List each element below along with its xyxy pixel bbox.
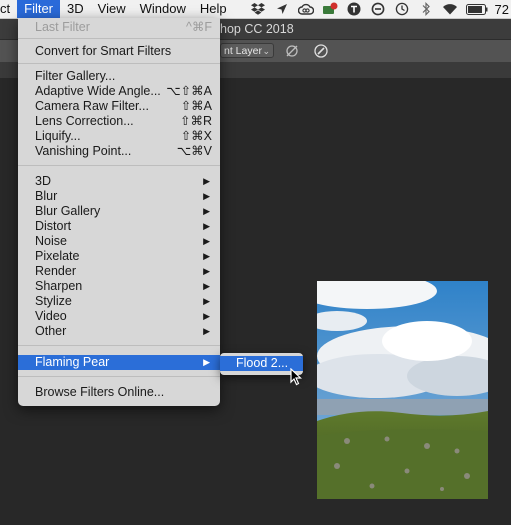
menu-separator xyxy=(18,345,220,346)
menu-item-label: Distort xyxy=(35,219,72,233)
menu-item-shortcut: ⇧⌘A xyxy=(180,99,212,113)
menu-item-distort[interactable]: Distort ▶ xyxy=(18,219,220,234)
menu-item-label: Lens Correction... xyxy=(35,114,134,128)
submenu-arrow-icon: ▶ xyxy=(203,236,210,246)
submenu-arrow-icon: ▶ xyxy=(203,191,210,201)
menu-item-blur[interactable]: Blur ▶ xyxy=(18,189,220,204)
menu-item-label: Convert for Smart Filters xyxy=(35,44,172,58)
location-arrow-icon[interactable] xyxy=(274,2,290,16)
menu-item-label: 3D xyxy=(35,174,51,188)
menu-separator xyxy=(18,38,220,39)
menu-item-render[interactable]: Render ▶ xyxy=(18,264,220,279)
creative-cloud-icon[interactable] xyxy=(297,2,314,16)
menu-item-label: Flaming Pear xyxy=(35,355,110,369)
menu-separator xyxy=(18,165,220,166)
submenu-arrow-icon: ▶ xyxy=(203,311,210,321)
menu-item-camera-raw-filter[interactable]: Camera Raw Filter... ⇧⌘A xyxy=(18,99,220,114)
submenu-arrow-icon: ▶ xyxy=(203,357,210,367)
menu-item-video[interactable]: Video ▶ xyxy=(18,309,220,324)
menu-item-label: Vanishing Point... xyxy=(35,144,132,158)
battery-icon[interactable] xyxy=(465,2,488,16)
menubar-item-help[interactable]: Help xyxy=(193,0,234,18)
filter-menu: Last Filter ^⌘F Convert for Smart Filter… xyxy=(18,18,220,406)
menu-item-label: Sharpen xyxy=(35,279,83,293)
menu-item-label: Last Filter xyxy=(35,20,90,34)
window-title: hop CC 2018 xyxy=(220,22,294,36)
mail-badge-icon[interactable] xyxy=(322,2,338,16)
t-circle-icon[interactable] xyxy=(346,2,362,16)
menu-item-adaptive-wide-angle[interactable]: Adaptive Wide Angle... ⌥⇧⌘A xyxy=(18,84,220,99)
dropbox-icon[interactable] xyxy=(250,2,266,16)
submenu-arrow-icon: ▶ xyxy=(203,221,210,231)
menu-separator xyxy=(18,376,220,377)
menu-item-label: Other xyxy=(35,324,67,338)
menu-item-browse-filters-online[interactable]: Browse Filters Online... xyxy=(18,385,220,400)
menu-item-label: Render xyxy=(35,264,76,278)
menubar-clock[interactable]: 72 xyxy=(492,2,511,17)
submenu-arrow-icon: ▶ xyxy=(203,251,210,261)
menu-item-label: Blur xyxy=(35,189,58,203)
menu-item-label: Pixelate xyxy=(35,249,80,263)
submenu-arrow-icon: ▶ xyxy=(203,281,210,291)
menu-item-blur-gallery[interactable]: Blur Gallery ▶ xyxy=(18,204,220,219)
menu-item-convert-for-smart-filters[interactable]: Convert for Smart Filters xyxy=(18,44,220,59)
menubar-item-window[interactable]: Window xyxy=(133,0,193,18)
menu-item-stylize[interactable]: Stylize ▶ xyxy=(18,294,220,309)
menubar-item-select[interactable]: ct xyxy=(0,0,17,18)
ignore-adjustment-layers-icon[interactable] xyxy=(284,43,300,59)
menu-item-sharpen[interactable]: Sharpen ▶ xyxy=(18,279,220,294)
submenu-arrow-icon: ▶ xyxy=(203,266,210,276)
mouse-pointer-icon xyxy=(290,367,303,386)
mac-menubar: ct Filter 3D View Window Help 72 xyxy=(0,0,511,19)
menu-item-shortcut: ⇧⌘X xyxy=(180,129,212,143)
menubar-item-filter[interactable]: Filter xyxy=(17,0,61,18)
menu-item-filter-gallery[interactable]: Filter Gallery... xyxy=(18,69,220,84)
menu-item-label: Liquify... xyxy=(35,129,81,143)
time-machine-icon[interactable] xyxy=(394,2,410,16)
menu-item-shortcut: ⌥⇧⌘A xyxy=(166,84,212,98)
submenu-arrow-icon: ▶ xyxy=(203,296,210,306)
menu-separator xyxy=(18,63,220,64)
menu-item-label: Adaptive Wide Angle... xyxy=(35,84,161,98)
menu-item-label: Video xyxy=(35,309,67,323)
status-menu-area: 72 xyxy=(246,0,511,18)
menu-item-shortcut: ^⌘F xyxy=(185,20,212,34)
menu-item-label: Noise xyxy=(35,234,67,248)
menu-item-other[interactable]: Other ▶ xyxy=(18,324,220,339)
menu-item-shortcut: ⇧⌘R xyxy=(179,114,212,128)
menu-item-noise[interactable]: Noise ▶ xyxy=(18,234,220,249)
menu-item-shortcut: ⌥⌘V xyxy=(176,144,212,158)
sample-layer-select-value: nt Layer xyxy=(224,45,262,57)
submenu-arrow-icon: ▶ xyxy=(203,326,210,336)
blocked-circle-icon[interactable] xyxy=(370,2,386,16)
bluetooth-icon[interactable] xyxy=(418,2,434,16)
menu-item-label: Camera Raw Filter... xyxy=(35,99,149,113)
menu-item-pixelate[interactable]: Pixelate ▶ xyxy=(18,249,220,264)
submenu-arrow-icon: ▶ xyxy=(203,176,210,186)
wifi-icon[interactable] xyxy=(442,2,458,16)
menu-item-vanishing-point[interactable]: Vanishing Point... ⌥⌘V xyxy=(18,144,220,159)
menu-item-label: Filter Gallery... xyxy=(35,69,116,83)
menu-item-lens-correction[interactable]: Lens Correction... ⇧⌘R xyxy=(18,114,220,129)
menu-item-3d[interactable]: 3D ▶ xyxy=(18,174,220,189)
submenu-arrow-icon: ▶ xyxy=(203,206,210,216)
menubar-item-3d[interactable]: 3D xyxy=(60,0,91,18)
chevron-down-icon: ⌄ xyxy=(262,46,270,56)
menu-item-liquify[interactable]: Liquify... ⇧⌘X xyxy=(18,129,220,144)
menu-item-label: Blur Gallery xyxy=(35,204,101,218)
brush-pressure-icon[interactable] xyxy=(313,43,329,59)
menu-item-last-filter: Last Filter ^⌘F xyxy=(18,20,220,35)
sample-layer-select[interactable]: nt Layer ⌄ xyxy=(220,43,274,58)
menu-item-label: Stylize xyxy=(35,294,72,308)
menu-item-flaming-pear[interactable]: Flaming Pear ▶ xyxy=(18,355,220,370)
menu-item-label: Browse Filters Online... xyxy=(35,385,165,399)
document-canvas-image xyxy=(317,281,488,499)
menubar-item-view[interactable]: View xyxy=(91,0,133,18)
menu-item-label: Flood 2... xyxy=(236,356,289,370)
